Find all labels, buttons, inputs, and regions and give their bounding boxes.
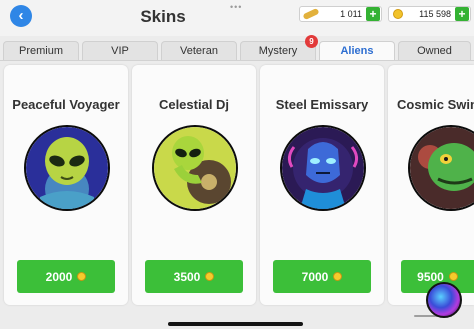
coin-icon <box>393 9 403 19</box>
skin-avatar <box>408 125 474 211</box>
alien-voyager-image <box>26 127 108 209</box>
add-bones-button[interactable]: + <box>366 7 380 21</box>
header-bar: ‹ Skins ••• 1 011 + 115 598 + <box>0 0 474 36</box>
tab-aliens[interactable]: Aliens <box>319 41 395 61</box>
tab-premium[interactable]: Premium <box>3 41 79 61</box>
coins-balance: 115 598 + <box>388 6 471 22</box>
tab-vip[interactable]: VIP <box>82 41 158 61</box>
price-value: 2000 <box>45 269 73 284</box>
tab-mystery[interactable]: Mystery 9 <box>240 35 318 61</box>
skin-card[interactable]: Celestial Dj 3500 <box>132 65 256 305</box>
add-coins-button[interactable]: + <box>455 7 469 21</box>
skin-avatar <box>280 125 366 211</box>
steel-emissary-image <box>282 127 364 209</box>
skin-card[interactable]: Peaceful Voyager 2000 <box>4 65 128 305</box>
tab-mystery-label: Mystery <box>258 45 298 57</box>
skins-list[interactable]: Peaceful Voyager 2000 Celestial Dj 3500 … <box>0 61 474 329</box>
coin-icon <box>333 272 343 281</box>
skin-avatar <box>24 125 110 211</box>
coin-icon <box>448 272 458 281</box>
bones-balance: 1 011 + <box>299 6 382 22</box>
coin-icon <box>77 272 87 281</box>
coin-icon <box>205 272 215 281</box>
bones-value: 1 011 <box>340 9 362 19</box>
buy-button[interactable]: 2000 <box>17 260 115 293</box>
price-value: 3500 <box>173 269 201 284</box>
skin-card[interactable]: Cosmic Swin 9500 <box>388 65 474 305</box>
alien-dj-image <box>154 127 236 209</box>
price-value: 7000 <box>301 269 329 284</box>
home-indicator[interactable] <box>168 322 303 326</box>
page-title: Skins <box>140 7 186 26</box>
skin-name: Cosmic Swin <box>397 97 474 112</box>
skin-name: Celestial Dj <box>158 97 230 112</box>
voice-assistant-icon[interactable] <box>426 282 462 318</box>
notification-badge: 9 <box>305 35 318 48</box>
bone-icon <box>302 7 320 21</box>
skin-name: Peaceful Voyager <box>12 97 120 112</box>
cosmic-swimmer-image <box>410 127 474 209</box>
category-tabs: Premium VIP Veteran Mystery 9 Aliens Own… <box>0 35 474 61</box>
buy-button[interactable]: 3500 <box>145 260 243 293</box>
tab-owned[interactable]: Owned <box>398 41 471 61</box>
skin-card[interactable]: Steel Emissary 7000 <box>260 65 384 305</box>
tab-veteran[interactable]: Veteran <box>161 41 237 61</box>
skin-avatar <box>152 125 238 211</box>
window-grabber[interactable]: ••• <box>230 2 242 12</box>
coins-value: 115 598 <box>419 9 451 19</box>
skin-name: Steel Emissary <box>275 97 369 112</box>
buy-button[interactable]: 7000 <box>273 260 371 293</box>
